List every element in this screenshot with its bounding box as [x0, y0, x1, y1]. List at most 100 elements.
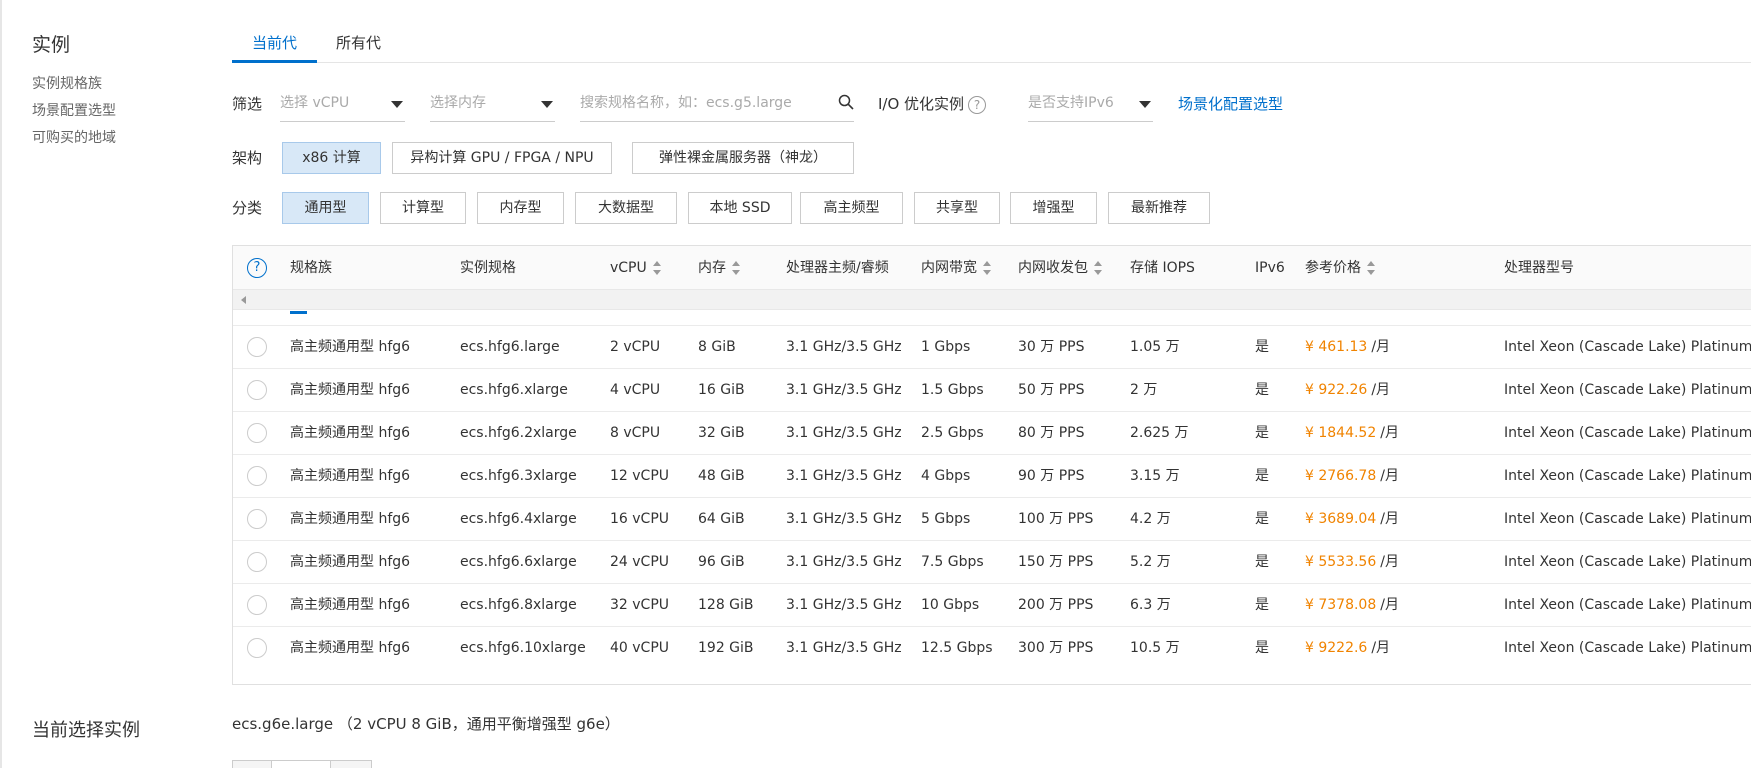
bottom-stepper[interactable] [232, 760, 372, 768]
price-unit: /月 [1380, 425, 1399, 441]
column-header-bandwidth-label: 内网带宽 [921, 260, 977, 276]
category-chip-enhanced[interactable]: 增强型 [1010, 192, 1097, 224]
sidebar-item-scenario-selection[interactable]: 场景配置选型 [32, 98, 212, 125]
memory-select[interactable]: 选择内存 [430, 88, 555, 122]
column-header-pps-label: 内网收发包 [1018, 260, 1088, 276]
cell-vcpu: 16 vCPU [610, 511, 670, 527]
column-header-bandwidth[interactable]: 内网带宽 [921, 246, 991, 290]
row-select-radio[interactable] [247, 509, 267, 529]
cell-vcpu: 12 vCPU [610, 468, 670, 484]
table-row[interactable]: 高主频通用型 hfg6 ecs.hfg6.10xlarge 40 vCPU 192 G… [233, 626, 1751, 669]
column-header-memory[interactable]: 内存 [698, 246, 740, 290]
column-header-ipv6: IPv6 [1255, 260, 1285, 276]
cell-iops: 4.2 万 [1130, 511, 1171, 527]
cell-cpu-model: Intel Xeon (Cascade Lake) Platinum 82 [1504, 382, 1751, 398]
cell-family: 高主频通用型 hfg6 [290, 511, 411, 527]
table-row[interactable]: 高主频通用型 hfg6 ecs.hfg6.3xlarge 12 vCPU 48 GiB… [233, 454, 1751, 497]
category-chip-local-ssd[interactable]: 本地 SSD [688, 192, 792, 224]
io-optimized-filter[interactable]: I/O 优化实例? [878, 93, 987, 114]
row-select-radio[interactable] [247, 466, 267, 486]
price-value: ¥ 1844.52 [1305, 425, 1377, 441]
arch-chip-heterogeneous[interactable]: 异构计算 GPU / FPGA / NPU [392, 142, 612, 174]
row-select-radio[interactable] [247, 380, 267, 400]
sort-icon[interactable] [983, 261, 991, 275]
cell-price: ¥ 5533.56/月 [1305, 541, 1399, 584]
table-row[interactable]: 高主频通用型 hfg6 ecs.hfg6.large 2 vCPU 8 GiB 3.1 … [233, 325, 1751, 368]
scrollbar-thumb[interactable] [290, 311, 307, 314]
row-select-radio[interactable] [247, 638, 267, 658]
column-header-price[interactable]: 参考价格 [1305, 246, 1375, 290]
cell-spec: ecs.hfg6.large [460, 339, 560, 355]
category-chip-compute[interactable]: 计算型 [380, 192, 466, 224]
cell-price: ¥ 2766.78/月 [1305, 455, 1399, 498]
bottom-stepper-segment [271, 761, 331, 768]
price-value: ¥ 922.26 [1305, 382, 1368, 398]
horizontal-scrollbar[interactable] [233, 290, 1751, 310]
ipv6-select[interactable]: 是否支持IPv6 [1028, 88, 1153, 122]
cell-vcpu: 4 vCPU [610, 382, 661, 398]
cell-frequency: 3.1 GHz/3.5 GHz [786, 597, 902, 613]
row-select-radio[interactable] [247, 337, 267, 357]
cell-ipv6: 是 [1255, 382, 1269, 398]
help-icon[interactable]: ? [968, 95, 987, 114]
column-header-pps[interactable]: 内网收发包 [1018, 246, 1102, 290]
spec-search-input[interactable]: 搜索规格名称，如：ecs.g5.large [580, 88, 854, 122]
generation-tabs: 当前代 所有代 [232, 28, 1751, 63]
category-chip-latest[interactable]: 最新推荐 [1108, 192, 1210, 224]
category-chip-memory[interactable]: 内存型 [477, 192, 564, 224]
category-chip-high-frequency[interactable]: 高主频型 [800, 192, 903, 224]
help-icon[interactable]: ? [247, 258, 267, 278]
cell-family: 高主频通用型 hfg6 [290, 597, 411, 613]
table-row[interactable]: 高主频通用型 hfg6 ecs.hfg6.8xlarge 32 vCPU 128 Gi… [233, 583, 1751, 626]
cell-frequency: 3.1 GHz/3.5 GHz [786, 640, 902, 656]
scenario-config-link[interactable]: 场景化配置选型 [1178, 93, 1283, 114]
cell-pps: 200 万 PPS [1018, 597, 1094, 613]
row-select-radio[interactable] [247, 423, 267, 443]
cell-spec: ecs.hfg6.6xlarge [460, 554, 577, 570]
scroll-left-icon[interactable] [241, 296, 246, 304]
tab-current-generation[interactable]: 当前代 [232, 28, 318, 63]
column-header-frequency: 处理器主频/睿频 [786, 260, 889, 276]
cell-family: 高主频通用型 hfg6 [290, 554, 411, 570]
price-value: ¥ 7378.08 [1305, 597, 1377, 613]
sort-icon[interactable] [1367, 261, 1375, 275]
cell-iops: 6.3 万 [1130, 597, 1171, 613]
cell-price: ¥ 922.26/月 [1305, 369, 1390, 412]
category-chip-big-data[interactable]: 大数据型 [575, 192, 677, 224]
price-unit: /月 [1380, 468, 1399, 484]
cell-pps: 50 万 PPS [1018, 382, 1085, 398]
cell-cpu-model: Intel Xeon (Cascade Lake) Platinum 82 [1504, 339, 1751, 355]
row-select-radio[interactable] [247, 595, 267, 615]
cell-frequency: 3.1 GHz/3.5 GHz [786, 554, 902, 570]
cell-price: ¥ 3689.04/月 [1305, 498, 1399, 541]
column-header-vcpu-label: vCPU [610, 260, 647, 276]
category-chip-shared[interactable]: 共享型 [914, 192, 1000, 224]
cell-ipv6: 是 [1255, 640, 1269, 656]
cell-cpu-model: Intel Xeon (Cascade Lake) Platinum 82 [1504, 554, 1751, 570]
table-row[interactable]: 高主频通用型 hfg6 ecs.hfg6.2xlarge 8 vCPU 32 GiB 3… [233, 411, 1751, 454]
sort-icon[interactable] [652, 261, 661, 275]
table-row[interactable]: 高主频通用型 hfg6 ecs.hfg6.4xlarge 16 vCPU 64 GiB… [233, 497, 1751, 540]
sidebar-item-available-regions[interactable]: 可购买的地域 [32, 125, 212, 152]
sort-icon[interactable] [1094, 261, 1102, 275]
row-select-radio[interactable] [247, 552, 267, 572]
table-row[interactable]: 高主频通用型 hfg6 ecs.hfg6.xlarge 4 vCPU 16 GiB 3.… [233, 368, 1751, 411]
cell-cpu-model: Intel Xeon (Cascade Lake) Platinum 82 [1504, 511, 1751, 527]
price-value: ¥ 3689.04 [1305, 511, 1377, 527]
sidebar-item-instance-families[interactable]: 实例规格族 [32, 71, 212, 98]
sidebar-title: 实例 [32, 34, 71, 56]
sort-icon[interactable] [732, 261, 740, 275]
column-header-vcpu[interactable]: vCPU [610, 246, 661, 290]
search-icon[interactable] [838, 94, 854, 110]
category-chip-general[interactable]: 通用型 [282, 192, 369, 224]
arch-chip-x86[interactable]: x86 计算 [282, 142, 381, 174]
cell-cpu-model: Intel Xeon (Cascade Lake) Platinum 82 [1504, 425, 1751, 441]
io-optimized-label: I/O 优化实例 [878, 95, 965, 113]
table-row[interactable]: 高主频通用型 hfg6 ecs.hfg6.6xlarge 24 vCPU 96 GiB… [233, 540, 1751, 583]
tab-all-generations[interactable]: 所有代 [316, 28, 401, 63]
vcpu-select[interactable]: 选择 vCPU [280, 88, 405, 122]
arch-chip-bare-metal[interactable]: 弹性裸金属服务器（神龙） [632, 142, 854, 174]
price-unit: /月 [1371, 640, 1391, 656]
column-header-cpu-model: 处理器型号 [1504, 260, 1574, 276]
column-header-memory-label: 内存 [698, 260, 726, 276]
